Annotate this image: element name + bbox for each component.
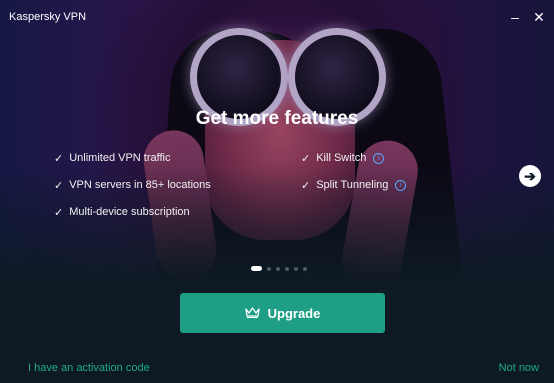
feature-list-right: ✓ Kill Switch i ✓ Split Tunneling i: [301, 151, 407, 205]
feature-list-left: ✓ Unlimited VPN traffic ✓ VPN servers in…: [54, 151, 211, 232]
info-icon[interactable]: i: [373, 152, 385, 164]
feature-item: ✓ Split Tunneling i: [301, 178, 407, 192]
feature-item: ✓ VPN servers in 85+ locations: [54, 178, 211, 192]
feature-item: ✓ Unlimited VPN traffic: [54, 151, 211, 165]
info-icon[interactable]: i: [395, 179, 407, 191]
feature-item: ✓ Kill Switch i: [301, 151, 406, 165]
feature-label: Unlimited VPN traffic: [69, 152, 171, 164]
check-icon: ✓: [54, 152, 64, 165]
carousel-dot[interactable]: [276, 266, 280, 271]
check-icon: ✓: [301, 179, 311, 192]
carousel-dot[interactable]: [267, 266, 271, 271]
next-slide-button[interactable]: ➔: [519, 165, 541, 187]
carousel-dot[interactable]: [294, 266, 298, 271]
upgrade-label: Upgrade: [267, 305, 321, 321]
check-icon: ✓: [54, 206, 64, 219]
title-bar: Kaspersky VPN – ✕: [0, 0, 554, 34]
check-icon: ✓: [301, 152, 311, 165]
feature-label: Split Tunneling: [316, 179, 389, 191]
feature-label: VPN servers in 85+ locations: [69, 179, 211, 191]
carousel-dot-active[interactable]: [251, 266, 262, 271]
hero-image: [0, 0, 554, 285]
upgrade-button[interactable]: Upgrade: [180, 293, 385, 333]
carousel-dot[interactable]: [303, 266, 307, 271]
feature-label: Kill Switch: [316, 152, 367, 164]
carousel-dots: [251, 266, 312, 271]
minimize-icon[interactable]: –: [506, 8, 524, 26]
arrow-right-icon: ➔: [524, 168, 536, 184]
feature-item: ✓ Multi-device subscription: [54, 205, 211, 219]
crown-icon: [244, 306, 260, 321]
window-title: Kaspersky VPN: [9, 11, 87, 23]
feature-label: Multi-device subscription: [69, 206, 190, 218]
check-icon: ✓: [54, 179, 64, 192]
promo-headline: Get more features: [195, 108, 359, 129]
not-now-link[interactable]: Not now: [499, 362, 539, 374]
activation-code-link[interactable]: I have an activation code: [28, 362, 150, 374]
carousel-dot[interactable]: [285, 266, 289, 271]
close-icon[interactable]: ✕: [530, 8, 548, 26]
vpn-window: Kaspersky VPN – ✕ Get more features ✓ Un…: [0, 0, 554, 383]
